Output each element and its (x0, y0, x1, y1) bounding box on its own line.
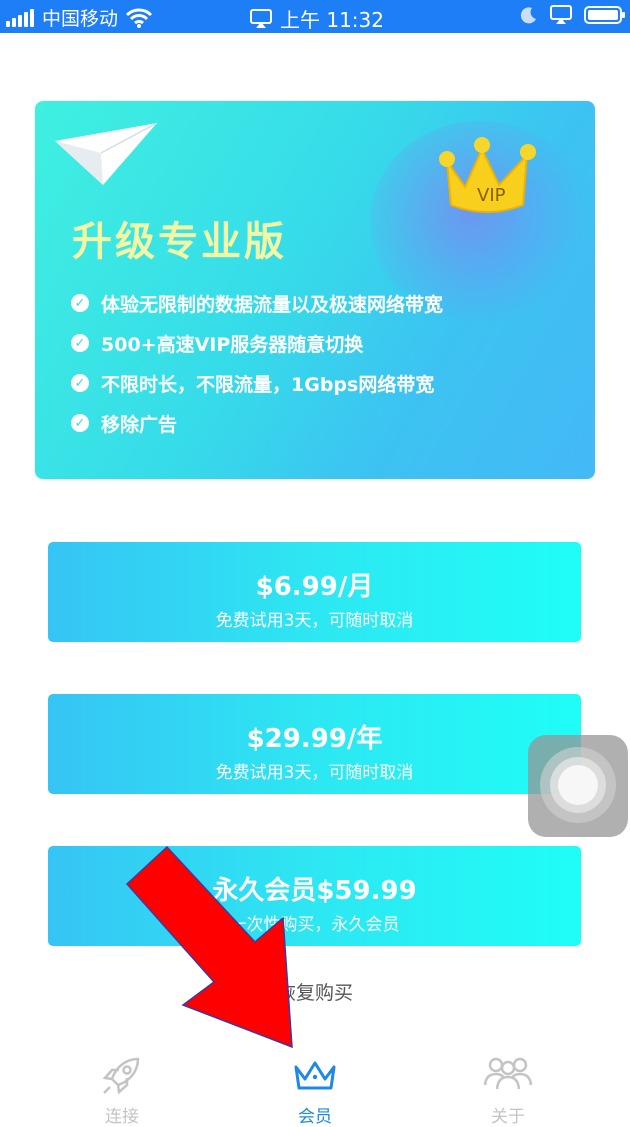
feature-item: ✓ 500+高速VIP服务器随意切换 (71, 323, 443, 363)
battery-icon (584, 6, 625, 24)
plan-note: 一次性购买，永久会员 (229, 915, 400, 935)
tab-bar: 连接 会员 关于 (0, 1045, 630, 1127)
status-bar: 中国移动 上午 11:32 (0, 0, 630, 33)
tab-about[interactable]: 关于 (448, 1045, 568, 1127)
plan-yearly-button[interactable]: $29.99/年 免费试用3天，可随时取消 (48, 694, 581, 794)
tab-membership[interactable]: 会员 (255, 1045, 375, 1127)
check-icon: ✓ (71, 334, 89, 352)
upgrade-banner: VIP 升级专业版 ✓ 体验无限制的数据流量以及极速网络带宽 ✓ 500+高速VIP… (35, 101, 595, 479)
people-icon (483, 1057, 533, 1090)
wifi-icon (126, 8, 153, 28)
carrier-label: 中国移动 (42, 8, 119, 30)
check-icon: ✓ (71, 374, 89, 392)
feature-item: ✓ 移除广告 (71, 403, 443, 443)
signal-icon (6, 8, 34, 27)
tab-label: 关于 (491, 1107, 525, 1127)
crown-icon (294, 1061, 336, 1090)
restore-purchase-link[interactable]: 恢复购买 (0, 978, 630, 1005)
status-time: 上午 11:32 (280, 8, 384, 32)
screen-mirroring-icon (550, 5, 572, 24)
moon-icon (520, 7, 536, 24)
feature-item: ✓ 体验无限制的数据流量以及极速网络带宽 (71, 283, 443, 323)
plan-note: 免费试用3天，可随时取消 (215, 763, 414, 783)
plan-price: $29.99/年 (246, 724, 383, 754)
tab-connect[interactable]: 连接 (62, 1045, 182, 1127)
plan-price: $6.99/月 (255, 572, 374, 602)
rocket-icon (102, 1057, 140, 1095)
check-icon: ✓ (71, 414, 89, 432)
assistive-touch-button[interactable] (528, 735, 628, 837)
vip-crown-icon: VIP (439, 137, 536, 213)
tab-label: 会员 (298, 1107, 332, 1127)
tab-label: 连接 (105, 1107, 139, 1127)
banner-title: 升级专业版 (72, 219, 287, 265)
plan-monthly-button[interactable]: $6.99/月 免费试用3天，可随时取消 (48, 542, 581, 642)
plan-lifetime-button[interactable]: 永久会员$59.99 一次性购买，永久会员 (48, 846, 581, 946)
vip-badge-text: VIP (477, 185, 506, 206)
airplay-icon (250, 8, 272, 28)
paper-plane-icon (55, 122, 158, 185)
plan-note: 免费试用3天，可随时取消 (215, 611, 414, 631)
check-icon: ✓ (71, 294, 89, 312)
feature-list: ✓ 体验无限制的数据流量以及极速网络带宽 ✓ 500+高速VIP服务器随意切换 ✓ 不… (71, 283, 443, 443)
feature-item: ✓ 不限时长，不限流量，1Gbps网络带宽 (71, 363, 443, 403)
plan-price: 永久会员$59.99 (212, 876, 417, 906)
